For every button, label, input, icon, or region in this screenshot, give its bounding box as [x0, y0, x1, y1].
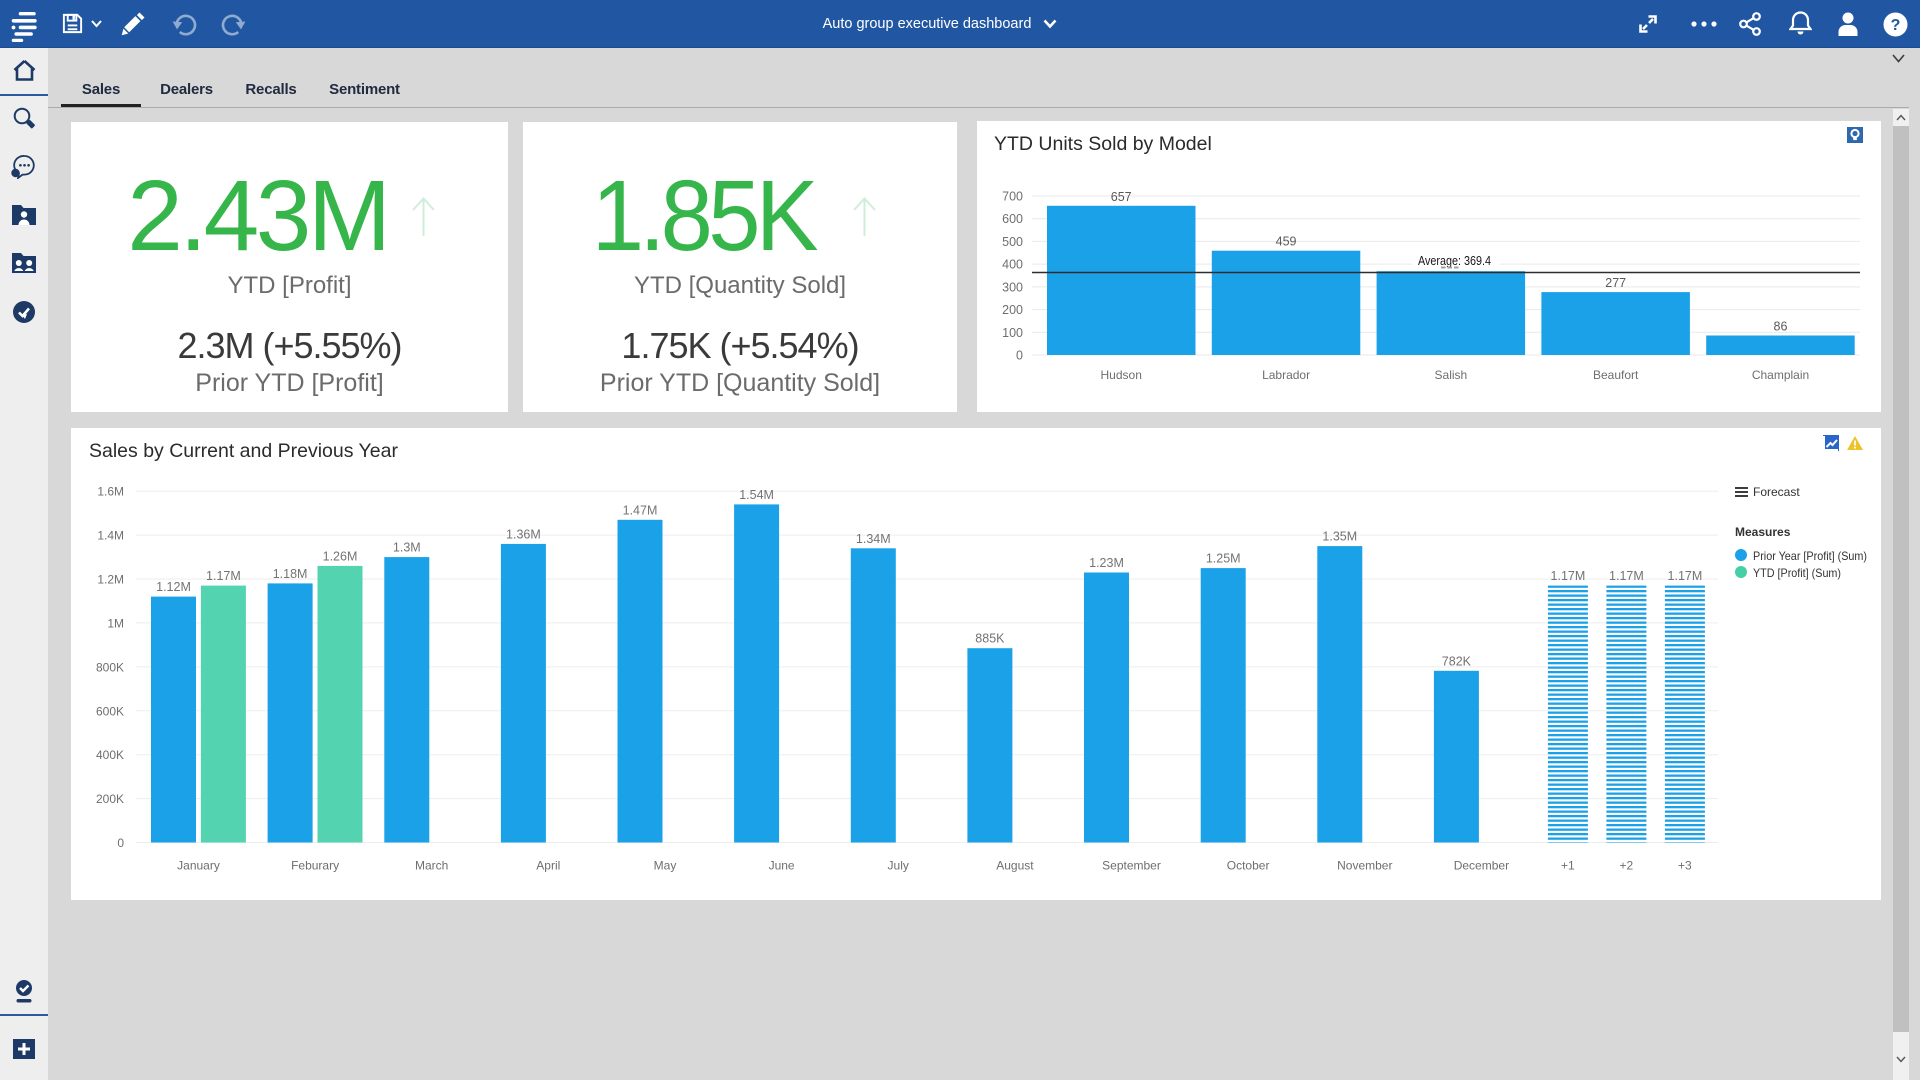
svg-text:1.23M: 1.23M: [1089, 556, 1124, 570]
svg-text:1.34M: 1.34M: [856, 532, 891, 546]
svg-text:Forecast: Forecast: [1753, 485, 1800, 499]
svg-text:0: 0: [117, 836, 124, 850]
svg-text:86: 86: [1774, 320, 1788, 334]
svg-text:April: April: [536, 859, 560, 873]
svg-text:1M: 1M: [107, 616, 124, 630]
svg-text:1.25M: 1.25M: [1206, 552, 1241, 566]
svg-text:?: ?: [1891, 17, 1901, 34]
svg-text:December: December: [1454, 859, 1509, 873]
svg-text:September: September: [1102, 859, 1161, 873]
svg-text:July: July: [888, 859, 909, 873]
svg-text:Salish: Salish: [1435, 368, 1468, 382]
svg-text:1.17M: 1.17M: [1609, 569, 1644, 583]
svg-text:Beaufort: Beaufort: [1593, 368, 1639, 382]
svg-text:Champlain: Champlain: [1752, 368, 1809, 382]
svg-text:+1: +1: [1561, 859, 1575, 873]
svg-text:1.36M: 1.36M: [506, 527, 541, 541]
svg-text:Hudson: Hudson: [1101, 368, 1142, 382]
svg-text:1.26M: 1.26M: [323, 549, 358, 563]
svg-text:657: 657: [1111, 190, 1132, 204]
svg-text:200: 200: [1002, 303, 1023, 317]
svg-text:1.54M: 1.54M: [739, 488, 774, 502]
svg-text:June: June: [769, 859, 795, 873]
svg-text:100: 100: [1002, 326, 1023, 340]
svg-text:March: March: [415, 859, 448, 873]
svg-text:200K: 200K: [96, 792, 124, 806]
svg-text:1.35M: 1.35M: [1322, 530, 1357, 544]
svg-text:1.12M: 1.12M: [156, 580, 191, 594]
svg-text:January: January: [177, 859, 220, 873]
svg-text:400: 400: [1002, 258, 1023, 272]
svg-text:October: October: [1227, 859, 1270, 873]
svg-text:600K: 600K: [96, 704, 124, 718]
svg-text:1.17M: 1.17M: [206, 569, 241, 583]
svg-text:Average: 369.4: Average: 369.4: [1418, 253, 1491, 268]
svg-text:Prior Year [Profit] (Sum): Prior Year [Profit] (Sum): [1753, 549, 1867, 563]
svg-text:800K: 800K: [96, 660, 124, 674]
svg-text:0: 0: [1016, 349, 1023, 363]
svg-text:600: 600: [1002, 212, 1023, 226]
svg-text:+3: +3: [1678, 859, 1692, 873]
svg-text:1.6M: 1.6M: [97, 485, 124, 499]
svg-text:1.17M: 1.17M: [1551, 569, 1586, 583]
svg-text:Measures: Measures: [1735, 525, 1791, 539]
svg-text:Feburary: Feburary: [291, 859, 339, 873]
svg-text:1.17M: 1.17M: [1668, 569, 1703, 583]
svg-text:1.47M: 1.47M: [623, 503, 658, 517]
svg-text:+2: +2: [1620, 859, 1634, 873]
svg-text:May: May: [654, 859, 677, 873]
svg-text:August: August: [996, 859, 1034, 873]
svg-text:Labrador: Labrador: [1262, 368, 1310, 382]
svg-text:782K: 782K: [1442, 654, 1472, 668]
svg-text:November: November: [1337, 859, 1392, 873]
svg-text:459: 459: [1276, 235, 1297, 249]
svg-text:1.4M: 1.4M: [97, 529, 124, 543]
svg-text:1.2M: 1.2M: [97, 573, 124, 587]
svg-text:400K: 400K: [96, 748, 124, 762]
svg-text:1.18M: 1.18M: [273, 567, 308, 581]
svg-text:300: 300: [1002, 280, 1023, 294]
svg-text:YTD [Profit] (Sum): YTD [Profit] (Sum): [1753, 566, 1841, 580]
svg-text:1.3M: 1.3M: [393, 541, 421, 555]
svg-text:500: 500: [1002, 235, 1023, 249]
svg-text:885K: 885K: [975, 632, 1005, 646]
svg-text:277: 277: [1605, 276, 1626, 290]
svg-text:700: 700: [1002, 190, 1023, 204]
